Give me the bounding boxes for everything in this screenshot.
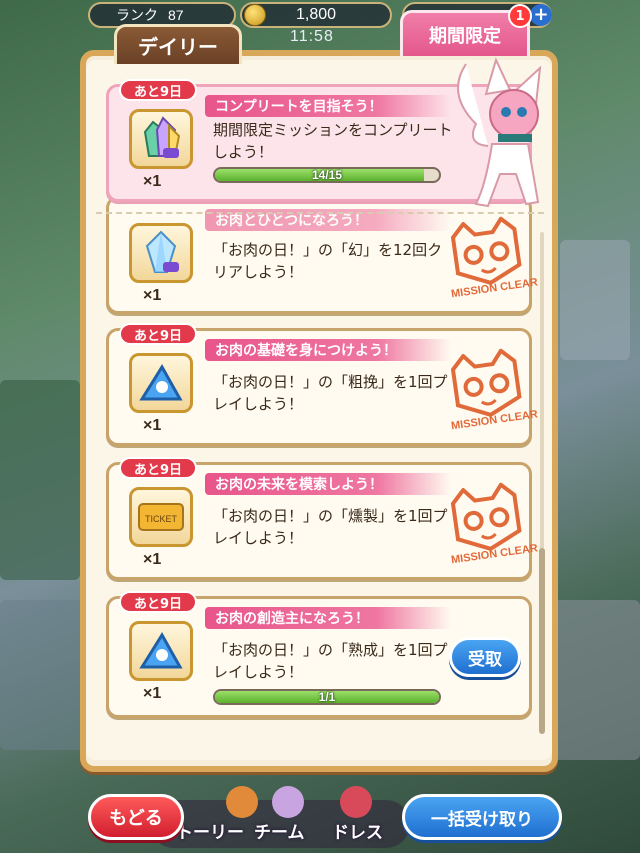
team-avatar bbox=[272, 786, 304, 818]
mission-title: コンプリートを目指そう！ bbox=[205, 95, 451, 117]
mission-card: あと9日 お肉の創造主になろう！ ×1 「お肉の日！」の「熟成」を1回プレイしよ… bbox=[106, 591, 532, 718]
mission-title: お肉の未来を模索しよう！ bbox=[205, 473, 451, 495]
reward-quantity: ×1 bbox=[143, 173, 162, 190]
bulk-receive-button[interactable]: 一括受け取り bbox=[402, 794, 562, 840]
reward-item-box bbox=[129, 109, 193, 169]
nav-team[interactable]: チーム bbox=[254, 818, 305, 843]
nav-story[interactable]: トーリー bbox=[176, 818, 244, 843]
mission-title: お肉の創造主になろう！ bbox=[205, 607, 451, 629]
rank-value: 87 bbox=[168, 7, 184, 23]
blue-triangle-icon bbox=[139, 632, 183, 669]
reward-quantity: ×1 bbox=[143, 287, 162, 304]
rainbow-crystal-icon bbox=[143, 116, 181, 158]
mission-clear-stamp: MISSION CLEAR bbox=[441, 480, 539, 581]
add-currency-button[interactable]: + bbox=[530, 4, 552, 26]
scrollbar-thumb[interactable] bbox=[539, 548, 545, 734]
mission-description: 「お肉の日！」の「熟成」を1回プレイしよう！ bbox=[213, 641, 448, 681]
receive-button[interactable]: 受取 bbox=[449, 637, 521, 677]
ticket-icon: TICKET bbox=[138, 503, 184, 531]
reward-quantity: ×1 bbox=[143, 417, 162, 434]
mission-description: 「お肉の日！」の「幻」を12回クリアしよう！ bbox=[213, 241, 443, 281]
mission-clear-stamp: MISSION CLEAR bbox=[441, 346, 539, 447]
mission-title: お肉の基礎を身につけよう！ bbox=[205, 339, 451, 361]
ticket-label: TICKET bbox=[145, 514, 178, 524]
days-left-badge: あと9日 bbox=[119, 591, 197, 613]
progress-text: 1/1 bbox=[318, 690, 336, 704]
coin-icon bbox=[244, 4, 266, 26]
background-trees bbox=[0, 380, 80, 580]
mission-description: 「お肉の日！」の「粗挽」を1回プレイしよう！ bbox=[213, 373, 448, 413]
reward-item-box: TICKET bbox=[129, 487, 193, 547]
progress-text: 14/15 bbox=[311, 168, 343, 182]
mission-card: あと9日 お肉の未来を模索しよう！ TICKET ×1 「お肉の日！」の「燻製」… bbox=[106, 457, 539, 581]
rank-label: ランク bbox=[116, 7, 158, 23]
days-left-badge: あと9日 bbox=[119, 323, 197, 345]
crystal-icon bbox=[145, 230, 179, 273]
reward-item-box bbox=[129, 621, 193, 681]
coin-value: 1,800 bbox=[295, 6, 337, 23]
nav-dress[interactable]: ドレス bbox=[332, 818, 383, 843]
mission-clear-stamp: MISSION CLEAR bbox=[441, 214, 539, 315]
timer-text: 11:58 bbox=[290, 28, 334, 45]
top-status-bar: ランク 87 1,800 + bbox=[0, 0, 640, 30]
tab-daily[interactable]: デイリー bbox=[114, 24, 242, 64]
mission-description: 「お肉の日！」の「燻製」を1回プレイしよう！ bbox=[213, 507, 448, 547]
mission-description: 期間限定ミッションをコンプリートしよう！ bbox=[213, 121, 453, 161]
reward-item-box bbox=[129, 223, 193, 283]
reward-item-box bbox=[129, 353, 193, 413]
back-button[interactable]: もどる bbox=[88, 794, 184, 840]
background-building bbox=[560, 240, 630, 360]
mission-card: あと9日 お肉の基礎を身につけよう！ ×1 「お肉の日！」の「粗挽」を1回プレイ… bbox=[106, 323, 539, 447]
days-left-badge: あと9日 bbox=[119, 457, 197, 479]
reward-quantity: ×1 bbox=[143, 685, 162, 702]
mascot-character bbox=[457, 57, 542, 208]
story-avatar bbox=[226, 786, 258, 818]
reward-quantity: ×1 bbox=[143, 551, 162, 568]
dress-avatar bbox=[340, 786, 372, 818]
days-left-badge: あと9日 bbox=[119, 79, 197, 101]
background-building bbox=[0, 600, 90, 750]
blue-triangle-icon bbox=[139, 364, 183, 401]
notification-badge: 1 bbox=[508, 4, 532, 28]
